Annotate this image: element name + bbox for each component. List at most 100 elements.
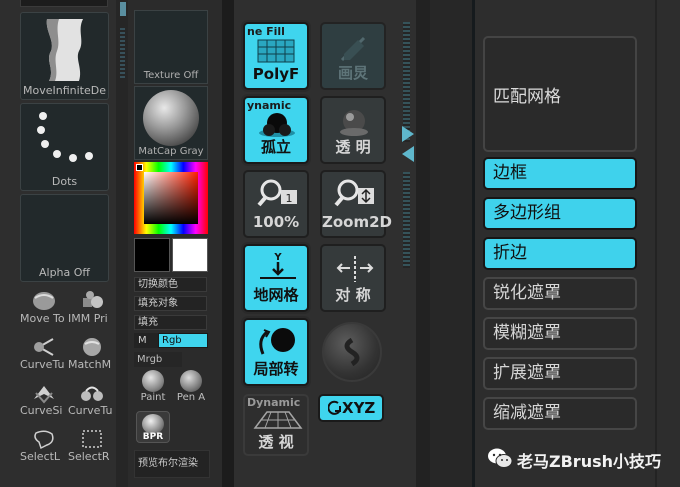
watermark: 老马ZBrush小技巧 xyxy=(487,444,677,474)
zoom-100-icon: 1 xyxy=(257,179,297,207)
xyz-label: XYZ xyxy=(342,399,376,417)
primary-color-swatch[interactable] xyxy=(134,238,170,272)
perspective-icon xyxy=(253,411,303,429)
brush-label: CurveTu xyxy=(20,358,65,371)
texture-label: Texture Off xyxy=(143,70,199,81)
brush-label: MatchM xyxy=(68,358,112,371)
paint-disabled-button[interactable]: 画炅 xyxy=(320,22,386,90)
texture-slot[interactable]: Texture Off xyxy=(134,10,208,84)
curve-snapsurface-icon xyxy=(34,386,54,404)
bpr-render-icon xyxy=(142,414,164,434)
brush-select-lasso[interactable]: SelectL xyxy=(20,424,68,468)
imm-primitives-icon xyxy=(83,291,103,308)
match-mesh-label: 匹配网格 xyxy=(493,87,561,107)
crease-toggle[interactable]: 折边 xyxy=(483,237,637,270)
pen-icon xyxy=(180,370,202,392)
panel-collapse-arrows-icon[interactable] xyxy=(402,126,414,162)
brush-move-topological[interactable]: Move To xyxy=(20,286,68,330)
brush-label: IMM Pri xyxy=(68,312,108,325)
view-scroll-thumb-bottom[interactable] xyxy=(403,172,410,268)
local-rotate-icon xyxy=(259,328,295,355)
paint-label: Paint xyxy=(140,392,166,403)
brush-scroll-thumb[interactable] xyxy=(120,28,125,80)
transparent-button[interactable]: 透 明 xyxy=(320,96,386,164)
paint-disabled-icon xyxy=(340,36,366,62)
paint-icon xyxy=(142,370,164,392)
symmetry-button[interactable]: 对 称 xyxy=(320,244,386,312)
brush-label: Move To xyxy=(20,312,65,325)
curve-tube-icon xyxy=(34,338,54,356)
view-scroll-thumb-top[interactable] xyxy=(403,22,410,142)
blur-mask-button[interactable]: 模糊遮罩 xyxy=(483,317,637,350)
brush-label: CurveSi xyxy=(20,404,63,417)
brush-match-maker[interactable]: MatchM xyxy=(68,332,116,376)
solo-sublabel: ynamic xyxy=(247,99,292,112)
perspective-label: 透 视 xyxy=(258,433,294,451)
brush-thumb-label: Dots xyxy=(51,175,78,188)
polygroup-scroll-track xyxy=(655,0,657,487)
brush-label: CurveTu xyxy=(68,404,113,417)
brush-thumb-dots[interactable]: Dots xyxy=(20,103,109,191)
brush-thumb-label: MoveInfiniteDe xyxy=(23,84,106,97)
view-panel-edge xyxy=(416,0,430,487)
brush-thumb-alpha[interactable]: Alpha Off xyxy=(20,194,109,282)
color-saturation-square[interactable] xyxy=(144,172,198,224)
svg-text:1: 1 xyxy=(286,192,293,205)
brush-label: SelectL xyxy=(20,450,61,463)
preview-boolean-render-button[interactable]: 预览布尔渲染 xyxy=(134,450,210,478)
local-rotate-button[interactable]: 局部转 xyxy=(243,318,309,386)
polygroup-toggle[interactable]: 多边形组 xyxy=(483,197,637,230)
color-marker[interactable] xyxy=(136,164,143,171)
svg-text:Y: Y xyxy=(273,252,282,263)
bpr-label: BPR xyxy=(142,432,164,442)
switch-color-button[interactable]: 切换颜色 xyxy=(134,277,207,292)
polyframe-button[interactable]: ne Fill PolyF xyxy=(243,22,309,90)
brush-select-rect[interactable]: SelectR xyxy=(68,424,116,468)
brush-curve-snapsurface[interactable]: CurveSi xyxy=(20,378,68,422)
pen-slot[interactable]: Pen A xyxy=(174,370,208,406)
polyframe-grid-icon xyxy=(257,39,295,63)
zoom2d-label: Zoom2D xyxy=(322,213,393,231)
brush-imm-primitives[interactable]: IMM Pri xyxy=(68,286,116,330)
rgb-toggle[interactable]: Rgb xyxy=(158,333,208,348)
sharpen-mask-button[interactable]: 锐化遮罩 xyxy=(483,277,637,310)
symmetry-label: 对 称 xyxy=(335,286,371,304)
secondary-color-swatch[interactable] xyxy=(172,238,208,272)
bpr-button[interactable]: BPR xyxy=(136,411,170,443)
brush-label: SelectR xyxy=(68,450,110,463)
perspective-button[interactable]: Dynamic 透 视 xyxy=(243,394,309,456)
material-slot[interactable]: MatCap Gray xyxy=(134,86,208,160)
solo-label: 孤立 xyxy=(260,138,291,156)
shrink-mask-button[interactable]: 缩减遮罩 xyxy=(483,397,637,430)
material-label: MatCap Gray xyxy=(138,146,204,157)
zoom2d-button[interactable]: Zoom2D xyxy=(320,170,393,238)
fill-object-button[interactable]: 填充对象 xyxy=(134,296,207,311)
select-lasso-icon xyxy=(34,430,54,450)
solo-button[interactable]: ynamic 孤立 xyxy=(243,96,309,164)
zoom-100-button[interactable]: 1 100% xyxy=(243,170,309,238)
mrgb-toggle[interactable]: Mrgb xyxy=(134,352,182,367)
xyz-rotate-button[interactable]: XYZ xyxy=(318,394,384,422)
sphere-icon xyxy=(344,338,360,366)
brush-panel-scroll-track[interactable] xyxy=(116,0,128,487)
m-toggle[interactable]: M xyxy=(134,333,158,348)
panel-divider xyxy=(222,0,234,487)
border-toggle[interactable]: 边框 xyxy=(483,157,637,190)
match-maker-icon xyxy=(83,338,101,356)
grow-mask-button[interactable]: 扩展遮罩 xyxy=(483,357,637,390)
color-hue-picker[interactable] xyxy=(134,162,208,234)
brush-thumb-moveinfinite[interactable]: MoveInfiniteDe xyxy=(20,12,109,100)
brush-top-cut[interactable] xyxy=(20,0,108,7)
zoom-100-label: 100% xyxy=(252,213,300,231)
fill-button[interactable]: 填充 xyxy=(134,315,207,330)
move-brush-icon xyxy=(33,292,55,310)
floor-grid-button[interactable]: Y 地网格 xyxy=(243,244,309,312)
paint-disabled-label: 画炅 xyxy=(337,64,368,82)
panel-gap xyxy=(430,0,472,487)
brush-curve-tube[interactable]: CurveTu xyxy=(20,332,68,376)
sphere-rotate-button[interactable] xyxy=(322,322,382,382)
brush-curve-tube-2[interactable]: CurveTu xyxy=(68,378,116,422)
scroll-up-arrow-icon[interactable] xyxy=(120,2,126,16)
match-mesh-button[interactable]: 匹配网格 xyxy=(483,36,637,152)
paint-brush-slot[interactable]: Paint xyxy=(136,370,170,406)
